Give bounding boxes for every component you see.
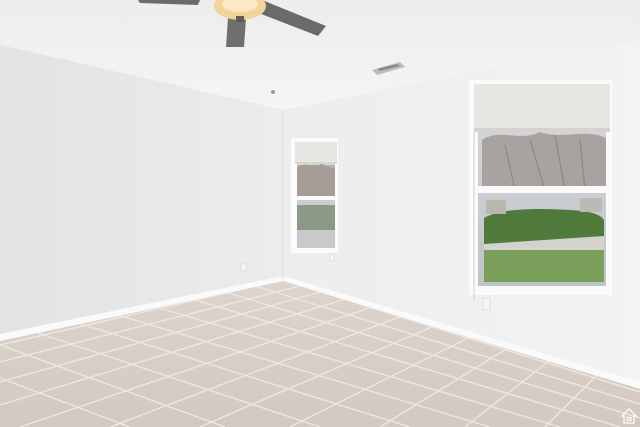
small-window-blind (295, 142, 337, 164)
room-photo (0, 0, 640, 427)
room-illustration (0, 0, 640, 427)
large-window (469, 80, 612, 300)
small-window (291, 138, 338, 253)
wall-outlet-icon (329, 253, 335, 262)
wall-outlet-icon (240, 262, 247, 272)
large-window-blind (474, 84, 610, 132)
ceiling-detector (271, 90, 275, 94)
wall-outlet-icon (482, 297, 491, 311)
